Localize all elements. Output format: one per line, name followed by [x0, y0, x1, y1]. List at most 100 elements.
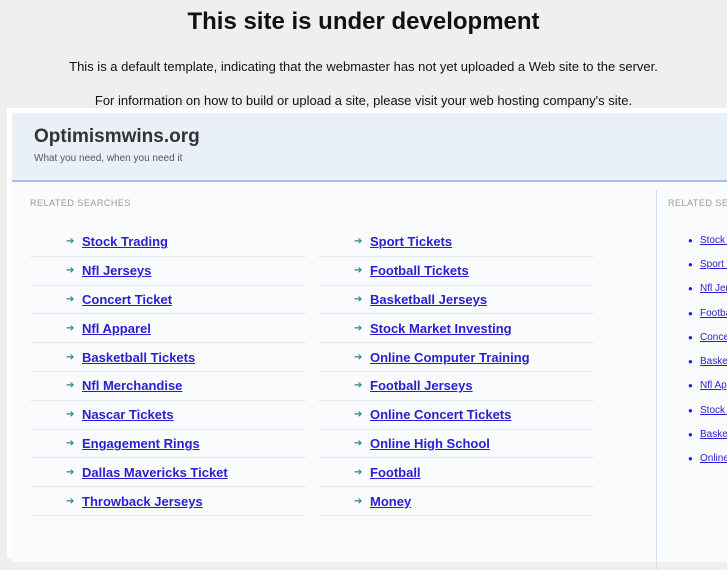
search-link[interactable]: Engagement Rings [82, 436, 200, 451]
arrow-icon: ➔ [354, 293, 363, 305]
search-row: ➔ Nfl Jerseys [30, 257, 305, 286]
search-link[interactable]: Nfl Apparel [82, 321, 151, 336]
search-link[interactable]: Money [370, 494, 411, 509]
search-row: ➔ Online Computer Training [318, 343, 593, 372]
bullet-icon: ● [688, 357, 693, 367]
bullet-icon: ● [688, 381, 693, 391]
search-row: ➔ Stock Trading [30, 228, 305, 257]
main-content: RELATED SEARCHES ➔ Stock Trading ➔ Nfl Jers… [12, 182, 727, 570]
search-row: ➔ Online Concert Tickets [318, 401, 593, 430]
search-row: ➔ Throwback Jerseys [30, 487, 305, 516]
search-row: ➔ Stock Market Investing [318, 314, 593, 344]
search-link[interactable]: Football Tickets [370, 263, 469, 278]
search-row: ➔ Football Jerseys [318, 372, 593, 401]
sidebar-item: ● Football Tickets [668, 301, 727, 325]
search-link[interactable]: Concert Ticket [82, 292, 172, 307]
sidebar-link[interactable]: Stock Trading [700, 235, 727, 246]
search-link[interactable]: Nfl Jerseys [82, 263, 151, 278]
search-link[interactable]: Nascar Tickets [82, 407, 174, 422]
arrow-icon: ➔ [354, 466, 363, 478]
search-link[interactable]: Stock Trading [82, 234, 168, 249]
sidebar-link[interactable]: Stock Market Investing [700, 405, 727, 416]
bullet-icon: ● [688, 332, 693, 342]
sidebar-link[interactable]: Concert Ticket [700, 332, 727, 343]
arrow-icon: ➔ [354, 351, 363, 363]
arrow-icon: ➔ [66, 293, 75, 305]
sidebar-link[interactable]: Sport Tickets [700, 259, 727, 270]
arrow-icon: ➔ [66, 466, 75, 478]
search-link[interactable]: Basketball Tickets [82, 350, 195, 365]
arrow-icon: ➔ [66, 409, 75, 421]
arrow-icon: ➔ [354, 495, 363, 507]
site-name: Optimismwins.org [34, 126, 200, 147]
search-link[interactable]: Football [370, 465, 421, 480]
search-row: ➔ Nascar Tickets [30, 401, 305, 430]
search-row: ➔ Football Tickets [318, 257, 593, 286]
search-row: ➔ Dallas Mavericks Ticket [30, 458, 305, 488]
sidebar-item: ● Basketball Tickets [668, 422, 727, 446]
search-row: ➔ Online High School [318, 430, 593, 459]
search-row: ➔ Football [318, 458, 593, 488]
hosting-info-message: For information on how to build or uploa… [94, 93, 633, 108]
search-row: ➔ Sport Tickets [318, 228, 593, 257]
arrow-icon: ➔ [66, 437, 75, 449]
arrow-icon: ➔ [66, 380, 75, 392]
bullet-icon: ● [688, 284, 693, 294]
site-tagline: What you need, when you need it [34, 153, 183, 164]
search-link[interactable]: Nfl Merchandise [82, 378, 182, 393]
arrow-icon: ➔ [66, 495, 75, 507]
bullet-icon: ● [688, 259, 693, 269]
arrow-icon: ➔ [354, 409, 363, 421]
search-row: ➔ Nfl Apparel [30, 314, 305, 344]
sidebar-list: ● Stock Trading ● Sport Tickets ● Nfl Jerseys… [668, 228, 727, 471]
page-title: This site is under development [187, 8, 540, 35]
related-searches-heading: RELATED SEARCHES [30, 198, 131, 208]
arrow-icon: ➔ [354, 322, 363, 334]
arrow-icon: ➔ [354, 437, 363, 449]
search-row: ➔ Engagement Rings [30, 430, 305, 459]
sidebar-link[interactable]: Basketball Tickets [700, 429, 727, 440]
sidebar-link[interactable]: Football Tickets [700, 308, 727, 319]
sidebar-item: ● Nfl Apparel [668, 374, 727, 398]
sidebar-item: ● Basketball Jerseys [668, 349, 727, 373]
sidebar-link[interactable]: Nfl Jerseys [700, 283, 727, 294]
sidebar-link[interactable]: Nfl Apparel [700, 380, 727, 391]
search-link[interactable]: Throwback Jerseys [82, 494, 203, 509]
search-row: ➔ Basketball Jerseys [318, 286, 593, 315]
search-row: ➔ Concert Ticket [30, 286, 305, 315]
arrow-icon: ➔ [354, 265, 363, 277]
bullet-icon: ● [688, 405, 693, 415]
sidebar: RELATED SEARCHES ● Stock Trading ● Sport Ti… [668, 182, 727, 562]
column-divider [656, 190, 657, 570]
arrow-icon: ➔ [66, 265, 75, 277]
sidebar-item: ● Concert Ticket [668, 325, 727, 349]
parked-page-frame: Optimismwins.org What you need, when you… [7, 108, 727, 570]
search-link[interactable]: Online High School [370, 436, 490, 451]
arrow-icon: ➔ [66, 322, 75, 334]
search-link[interactable]: Stock Market Investing [370, 321, 512, 336]
site-header: Optimismwins.org What you need, when you… [12, 113, 727, 182]
sidebar-item: ● Stock Market Investing [668, 398, 727, 422]
bullet-icon: ● [688, 454, 693, 464]
sidebar-link[interactable]: Online Computer Training [700, 453, 727, 464]
sidebar-link[interactable]: Basketball Jerseys [700, 356, 727, 367]
bullet-icon: ● [688, 235, 693, 245]
search-link[interactable]: Basketball Jerseys [370, 292, 487, 307]
search-row: ➔ Money [318, 487, 593, 516]
arrow-icon: ➔ [354, 236, 363, 248]
related-searches-right-column: ➔ Sport Tickets ➔ Football Tickets ➔ Basketba… [318, 228, 593, 516]
bullet-icon: ● [688, 308, 693, 318]
sidebar-item: ● Sport Tickets [668, 252, 727, 276]
search-link[interactable]: Online Concert Tickets [370, 407, 511, 422]
search-link[interactable]: Dallas Mavericks Ticket [82, 465, 228, 480]
search-row: ➔ Basketball Tickets [30, 343, 305, 372]
search-link[interactable]: Online Computer Training [370, 350, 530, 365]
sidebar-item: ● Online Computer Training [668, 447, 727, 471]
default-template-message: This is a default template, indicating t… [69, 59, 658, 74]
arrow-icon: ➔ [354, 380, 363, 392]
search-link[interactable]: Football Jerseys [370, 378, 473, 393]
arrow-icon: ➔ [66, 236, 75, 248]
search-link[interactable]: Sport Tickets [370, 234, 452, 249]
related-searches-left-column: ➔ Stock Trading ➔ Nfl Jerseys ➔ Concert Ticke… [30, 228, 305, 516]
sidebar-item: ● Stock Trading [668, 228, 727, 252]
